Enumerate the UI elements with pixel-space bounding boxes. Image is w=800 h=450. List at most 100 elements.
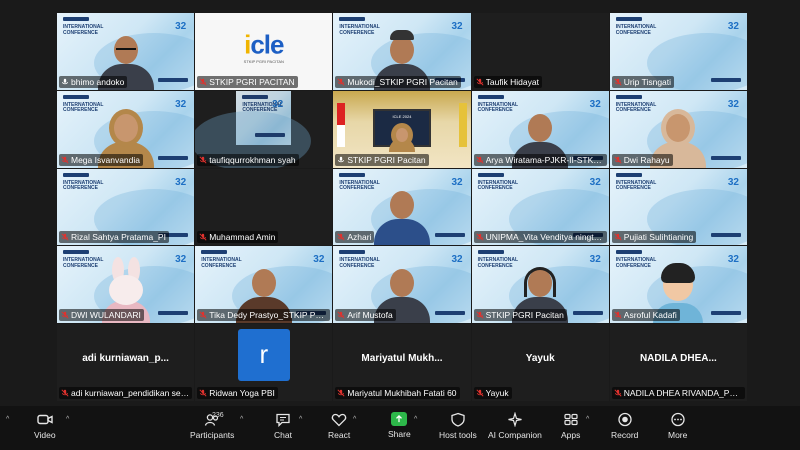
apps-button[interactable]: Apps bbox=[561, 412, 580, 440]
participant-tile[interactable]: icle STKIP PGRI PACITAN STKIP PGRI PACITAN bbox=[195, 13, 333, 90]
conference-logo: 32 bbox=[175, 21, 187, 32]
participant-name-tag: STKIP PGRI PACITAN bbox=[197, 75, 298, 88]
participant-tile[interactable]: INTERNATIONAL CONFERENCE 32 Rizal Sahtya P… bbox=[57, 168, 195, 246]
participant-name-tag: Tika Dedy Prastyo_STKIP PGRI... bbox=[197, 309, 331, 322]
more-button[interactable]: More bbox=[668, 412, 687, 440]
participant-tile[interactable]: INTERNATIONAL CONFERENCE 32 Mukodi_STKIP P… bbox=[333, 13, 471, 90]
conference-background: INTERNATIONAL CONFERENCE 32 bbox=[195, 90, 312, 168]
participants-caret-icon[interactable]: ^ bbox=[240, 416, 243, 423]
participant-tile[interactable]: INTERNATIONAL CONFERENCE 32 DWI WULANDARI bbox=[57, 246, 195, 324]
participant-name-tag: UNIPMA_Vita Venditya ningtyas bbox=[473, 231, 607, 244]
participant-name-tag: Mukodi_STKIP PGRI Pacitan bbox=[335, 75, 461, 88]
ai-companion-button[interactable]: AI Companion bbox=[488, 412, 542, 440]
muted-mic-icon bbox=[614, 78, 622, 86]
conference-title: INTERNATIONAL CONFERENCE bbox=[615, 179, 657, 192]
participant-tile[interactable]: INTERNATIONAL CONFERENCE 32 Asroful Kadafi bbox=[609, 246, 747, 324]
participant-name-tag: Mariyatul Mukhibah Fatati 60 bbox=[335, 387, 460, 399]
conference-logo: 32 bbox=[451, 21, 463, 32]
more-icon bbox=[671, 412, 685, 427]
participant-tile[interactable]: INTERNATIONAL CONFERENCE 32 Mega Isvanvand… bbox=[57, 90, 195, 168]
participant-tile[interactable]: INTERNATIONAL CONFERENCE 32 bhimo andoko bbox=[57, 13, 195, 90]
participant-tile[interactable]: NADILA DHEA... NADILA DHEA RIVANDA_PGS... bbox=[609, 324, 747, 401]
participant-name-tag: Rizal Sahtya Pratama_PI bbox=[59, 231, 169, 244]
participant-name: DWI WULANDARI bbox=[71, 310, 141, 321]
participant-name: Yayuk bbox=[485, 388, 509, 398]
participant-name: UNIPMA_Vita Venditya ningtyas bbox=[485, 232, 604, 243]
participant-name-tag: taufiqqurrokhman syah bbox=[197, 153, 299, 166]
conference-logo: 32 bbox=[589, 254, 601, 266]
participant-name: Rizal Sahtya Pratama_PI bbox=[71, 232, 166, 243]
apps-caret-icon[interactable]: ^ bbox=[586, 416, 589, 423]
participant-tile[interactable]: INTERNATIONAL CONFERENCE 32 Urip Tisngati bbox=[609, 13, 747, 90]
participant-tile[interactable]: adi kurniawan_p... adi kurniawan_pendidik… bbox=[57, 324, 195, 401]
participant-tile[interactable]: INTERNATIONAL CONFERENCE 32 taufiqqurrokhm… bbox=[195, 90, 333, 168]
chat-button[interactable]: Chat bbox=[274, 412, 292, 440]
participant-name-tag: Taufik Hidayat bbox=[473, 75, 542, 88]
participant-name-tag: Urip Tisngati bbox=[611, 75, 675, 88]
muted-mic-icon bbox=[199, 311, 207, 319]
person-video bbox=[385, 127, 419, 152]
participant-tile[interactable]: INTERNATIONAL CONFERENCE 32 Arya Wiratama-… bbox=[471, 90, 609, 168]
participant-name-tag: Mega Isvanvandia bbox=[59, 153, 143, 166]
muted-mic-icon bbox=[337, 233, 345, 241]
record-icon bbox=[618, 412, 632, 427]
participant-name: Mega Isvanvandia bbox=[71, 154, 140, 165]
participant-tile[interactable]: ICLE 2024 STKIP PGRI Pacitan bbox=[333, 90, 471, 168]
muted-mic-icon bbox=[614, 311, 622, 319]
participant-name: Mukodi_STKIP PGRI Pacitan bbox=[347, 76, 458, 87]
share-button[interactable]: Share bbox=[388, 412, 411, 439]
conference-logo: 32 bbox=[451, 254, 463, 266]
conference-logo: 32 bbox=[451, 176, 463, 188]
record-button[interactable]: Record bbox=[611, 412, 638, 440]
participant-tile[interactable]: Yayuk Yayuk bbox=[471, 324, 609, 401]
conference-title: INTERNATIONAL CONFERENCE bbox=[477, 179, 518, 192]
participant-tile[interactable]: INTERNATIONAL CONFERENCE 32 Tika Dedy Pras… bbox=[195, 246, 333, 324]
participant-tile[interactable]: INTERNATIONAL CONFERENCE 32 Arif Mustofa bbox=[333, 246, 471, 324]
ai-companion-label: AI Companion bbox=[488, 430, 542, 440]
share-caret-icon[interactable]: ^ bbox=[414, 416, 417, 423]
participants-label: Participants bbox=[190, 430, 235, 440]
conference-logo: 32 bbox=[175, 98, 187, 110]
muted-mic-icon bbox=[199, 78, 207, 86]
video-options-caret-icon[interactable]: ^ bbox=[66, 416, 69, 423]
participant-tile[interactable]: Mariyatul Mukh... Mariyatul Mukhibah Fata… bbox=[333, 324, 471, 401]
participant-name: STKIP PGRI PACITAN bbox=[209, 76, 295, 87]
participants-button[interactable]: 236 Participants bbox=[190, 412, 234, 440]
participant-tile[interactable]: Taufik Hidayat bbox=[471, 13, 609, 90]
participant-tile[interactable]: INTERNATIONAL CONFERENCE 32 Azhari bbox=[333, 168, 471, 246]
caret-up-icon[interactable]: ^ bbox=[6, 416, 9, 423]
participant-tile[interactable]: INTERNATIONAL CONFERENCE 32 Dwi Rahayu bbox=[609, 90, 747, 168]
video-button[interactable]: Video bbox=[34, 412, 56, 440]
participant-name: Tika Dedy Prastyo_STKIP PGRI... bbox=[209, 310, 328, 321]
person-video bbox=[372, 183, 432, 246]
participant-tile[interactable]: Muhammad Amin bbox=[195, 168, 333, 246]
participant-name-tag: Azhari bbox=[335, 231, 375, 244]
participant-name: STKIP PGRI Pacitan bbox=[485, 310, 564, 321]
mic-icon bbox=[62, 78, 68, 84]
muted-mic-icon bbox=[61, 389, 69, 397]
participant-tile[interactable]: r Ridwan Yoga PBI bbox=[195, 324, 333, 401]
conference-logo: 32 bbox=[589, 176, 601, 188]
video-label: Video bbox=[34, 430, 56, 440]
react-button[interactable]: React bbox=[328, 412, 350, 440]
participant-name: Mariyatul Mukhibah Fatati 60 bbox=[347, 388, 457, 398]
participant-name: Arya Wiratama-PJKR-II-STK P... bbox=[485, 154, 604, 165]
mic-icon bbox=[338, 156, 345, 162]
participant-tile[interactable]: INTERNATIONAL CONFERENCE 32 STKIP PGRI Pac… bbox=[471, 246, 609, 324]
apps-label: Apps bbox=[561, 430, 581, 440]
participant-name-tag: Yayuk bbox=[473, 387, 512, 399]
participant-name-tag: STKIP PGRI Pacitan bbox=[473, 309, 567, 322]
react-caret-icon[interactable]: ^ bbox=[353, 416, 356, 423]
chat-caret-icon[interactable]: ^ bbox=[299, 416, 302, 423]
host-tools-button[interactable]: Host tools bbox=[439, 412, 477, 440]
participant-tile[interactable]: INTERNATIONAL CONFERENCE 32 Pujiati Suliht… bbox=[609, 168, 747, 246]
participant-name: Pujiati Sulihtianing bbox=[623, 232, 694, 243]
participant-name-tag: Ridwan Yoga PBI bbox=[197, 387, 278, 399]
avatar: r bbox=[237, 328, 290, 381]
heart-icon bbox=[331, 413, 347, 427]
participant-name: Urip Tisngati bbox=[623, 76, 672, 87]
muted-mic-icon bbox=[337, 311, 345, 319]
participant-tile[interactable]: INTERNATIONAL CONFERENCE 32 UNIPMA_Vita Ve… bbox=[471, 168, 609, 246]
record-label: Record bbox=[611, 430, 639, 440]
conference-logo: 32 bbox=[175, 254, 187, 266]
